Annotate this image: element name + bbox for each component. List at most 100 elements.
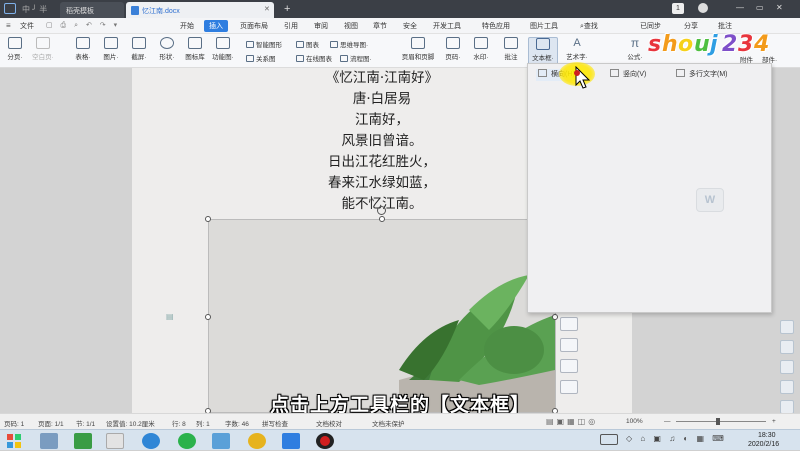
text-box-dropdown: 横向(H) 竖向(V) 多行文字(M) W: [527, 63, 772, 313]
windows-start-icon[interactable]: [6, 433, 22, 449]
watermark-logo: s h o u j 2 3 4: [648, 32, 770, 57]
store-icon[interactable]: [74, 433, 92, 449]
word-art-button[interactable]: A 艺术字·: [562, 37, 592, 65]
keyboard-icon[interactable]: [600, 434, 618, 445]
clock-time[interactable]: 18:30: [758, 432, 776, 439]
close-tab-icon[interactable]: ✕: [264, 5, 270, 13]
blank-page-button[interactable]: 空白页·: [30, 37, 56, 65]
window-count-badge[interactable]: 1: [672, 3, 684, 14]
menu-security[interactable]: 安全: [403, 21, 417, 31]
icon-library-button[interactable]: 图标库: [182, 37, 208, 65]
smart-graphic-button[interactable]: 智能图形: [246, 39, 282, 49]
multiline-text-option[interactable]: 多行文字(M): [676, 69, 728, 81]
minimize-button[interactable]: —: [736, 3, 744, 12]
image-layout-icon[interactable]: [560, 317, 578, 331]
protection-status[interactable]: 文档未保护: [372, 418, 405, 428]
quick-access-icons[interactable]: ▢ ⎙ ⌕ ↶ ↷ ▾: [46, 21, 136, 31]
tab-label: 忆江南.docx: [142, 8, 180, 15]
document-app-icon[interactable]: [106, 433, 124, 449]
menu-section[interactable]: 章节: [373, 21, 387, 31]
text-box-button[interactable]: 文本框·: [528, 37, 558, 65]
menu-references[interactable]: 引用: [284, 21, 298, 31]
zoom-slider[interactable]: [676, 421, 766, 422]
comment-button[interactable]: 批注: [498, 37, 524, 65]
relation-graph-button[interactable]: 关系图: [246, 53, 276, 63]
menu-view[interactable]: 视图: [344, 21, 358, 31]
spell-check-button[interactable]: 拼写检查: [262, 418, 288, 428]
ie-browser-icon[interactable]: [212, 433, 230, 449]
zoom-out-button[interactable]: —: [664, 418, 671, 425]
formula-button[interactable]: π 公式·: [622, 37, 648, 65]
tab-template[interactable]: 稻壳模板: [60, 2, 124, 18]
vertical-text-box-option[interactable]: 竖向(V): [610, 69, 646, 81]
restore-button[interactable]: ▭: [756, 3, 764, 12]
image-crop-icon[interactable]: [560, 338, 578, 352]
vertical-text-box-icon: [610, 69, 619, 77]
table-button[interactable]: 表格·: [70, 37, 96, 65]
chart-button[interactable]: 图表: [296, 39, 319, 49]
side-tool-icon[interactable]: [780, 340, 794, 354]
multiline-text-icon: [676, 69, 685, 77]
cloud-app-icon[interactable]: [142, 433, 160, 449]
zoom-in-button[interactable]: +: [772, 418, 776, 425]
wps-logo-icon: W: [696, 188, 724, 212]
mind-map-button[interactable]: 思维导图·: [330, 39, 368, 49]
resize-handle-right[interactable]: [552, 314, 558, 320]
resize-handle-left[interactable]: [205, 314, 211, 320]
flowchart-icon: [340, 55, 348, 62]
menu-picture-tools[interactable]: 图片工具: [530, 21, 558, 31]
menu-home[interactable]: 开始: [180, 21, 194, 31]
avatar[interactable]: [698, 3, 708, 13]
text-box-icon: [536, 38, 550, 50]
blank-page-icon: [36, 37, 50, 49]
header-footer-button[interactable]: 页眉和页脚: [400, 37, 436, 65]
hamburger-icon[interactable]: ≡: [6, 21, 11, 30]
new-tab-button[interactable]: +: [284, 3, 290, 15]
screenshot-button[interactable]: 截屏·: [126, 37, 152, 65]
screenshot-icon: [132, 37, 146, 49]
function-chart-button[interactable]: 功能图·: [210, 37, 236, 65]
page-break-button[interactable]: 分页·: [2, 37, 28, 65]
word-art-icon: A: [573, 37, 581, 49]
menu-developer[interactable]: 开发工具: [433, 21, 461, 31]
proofread-button[interactable]: 文档校对: [316, 418, 342, 428]
zoom-level[interactable]: 100%: [626, 418, 643, 425]
watermark-button[interactable]: 水印·: [468, 37, 494, 65]
status-row: 行: 8: [172, 421, 186, 428]
tab-document[interactable]: 忆江南.docx ✕: [126, 2, 274, 18]
resize-handle-top-left[interactable]: [205, 216, 211, 222]
online-chart-button[interactable]: 在线图表: [296, 53, 332, 63]
refresh-app-icon[interactable]: [178, 433, 196, 449]
menu-page-layout[interactable]: 页面布局: [240, 21, 268, 31]
page-number-button[interactable]: 页码·: [440, 37, 466, 65]
menu-file[interactable]: 文件: [20, 21, 34, 31]
function-chart-icon: [216, 37, 230, 49]
search-button[interactable]: ⌕查找: [580, 21, 598, 31]
paste-options-icon[interactable]: ▤: [166, 312, 176, 322]
view-mode-icons[interactable]: ▤▣▦◫◎: [546, 417, 606, 427]
clock-date[interactable]: 2020/2/16: [748, 441, 779, 448]
zoom-slider-thumb[interactable]: [716, 418, 720, 425]
wps-pdf-icon[interactable]: [282, 433, 300, 449]
rotate-handle-icon[interactable]: [377, 206, 386, 215]
inserted-image[interactable]: [205, 206, 558, 414]
image-effects-icon[interactable]: [560, 359, 578, 373]
chrome-icon[interactable]: [248, 433, 266, 449]
horizontal-text-box-icon: [538, 69, 547, 77]
resize-handle-top[interactable]: [379, 216, 385, 222]
menu-special[interactable]: 特色应用: [482, 21, 510, 31]
system-tray-icons[interactable]: ◇ ⌂ ▣ ♫ ◐ ▦ ⌨: [626, 434, 746, 446]
flowchart-button[interactable]: 流程图·: [340, 53, 372, 63]
status-bar: 页码: 1 页面: 1/1 节: 1/1 设置值: 10.2厘米 行: 8 列:…: [0, 413, 800, 429]
explorer-icon[interactable]: [40, 433, 58, 449]
mind-map-icon: [330, 41, 338, 48]
picture-button[interactable]: 图片·: [98, 37, 124, 65]
menu-insert[interactable]: 插入: [204, 20, 228, 32]
record-icon[interactable]: [316, 433, 334, 449]
shape-button[interactable]: 形状·: [154, 37, 180, 65]
close-window-button[interactable]: ✕: [776, 3, 783, 12]
smart-graphic-icon: [246, 41, 254, 48]
side-tool-icon[interactable]: [780, 360, 794, 374]
menu-review[interactable]: 审阅: [314, 21, 328, 31]
side-tool-icon[interactable]: [780, 320, 794, 334]
